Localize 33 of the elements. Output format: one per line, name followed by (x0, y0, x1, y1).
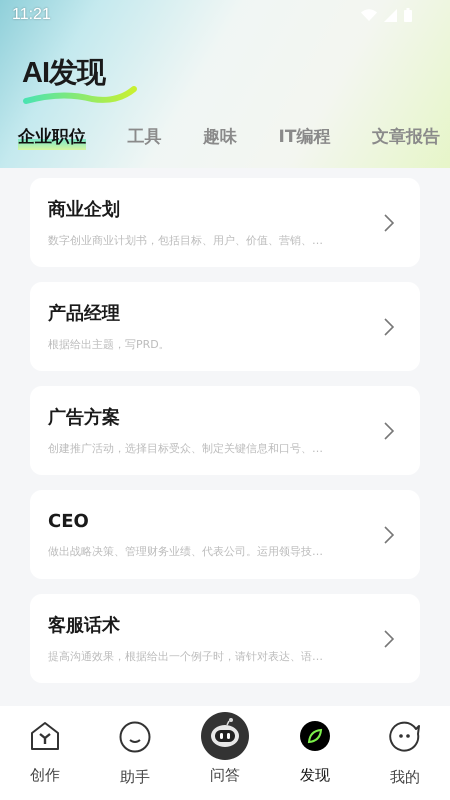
nav-item[interactable]: 问答 (190, 712, 260, 785)
card-description: 提高沟通效果，根据给出一个例子时，请针对表达、语… (48, 649, 323, 664)
card-description: 做出战略决策、管理财务业绩、代表公司。运用领导技… (48, 544, 323, 558)
card-title: 产品经理 (48, 302, 121, 325)
leaf-icon (300, 721, 330, 751)
prompt-card[interactable]: 产品经理 根据给出主题，写PRD。 (30, 282, 420, 371)
nav-item[interactable]: 我的 (370, 712, 440, 787)
battery-icon (404, 8, 412, 22)
chevron-right-icon (384, 630, 394, 648)
card-title: 客服话术 (48, 614, 121, 637)
prompt-card[interactable]: 广告方案 创建推广活动，选择目标受众、制定关键信息和口号、… (30, 386, 420, 475)
smile-icon (119, 721, 151, 753)
face-icon (389, 721, 421, 753)
chevron-right-icon (384, 526, 394, 544)
house-icon (30, 721, 60, 751)
prompt-card[interactable]: 客服话术 提高沟通效果，根据给出一个例子时，请针对表达、语… (30, 594, 420, 683)
robot-icon (201, 712, 249, 760)
prompt-card[interactable]: 商业企划 数字创业商业计划书，包括目标、用户、价值、营销、… (30, 178, 420, 267)
nav-item[interactable]: 创作 (10, 712, 80, 785)
card-title: 广告方案 (48, 406, 121, 429)
page-title: AI发现 (22, 56, 105, 91)
chevron-right-icon (384, 214, 394, 232)
prompt-card[interactable]: CEO 做出战略决策、管理财务业绩、代表公司。运用领导技… (30, 490, 420, 579)
card-description: 根据给出主题，写PRD。 (48, 337, 170, 352)
chevron-right-icon (384, 318, 394, 336)
card-title: CEO (48, 510, 90, 532)
card-description: 数字创业商业计划书，包括目标、用户、价值、营销、… (48, 233, 323, 248)
nav-item[interactable]: 助手 (100, 712, 170, 787)
card-description: 创建推广活动，选择目标受众、制定关键信息和口号、… (48, 441, 323, 456)
status-time: 11:21 (12, 6, 51, 24)
nav-item[interactable]: 发现 (280, 712, 350, 785)
chevron-right-icon (384, 422, 394, 440)
card-title: 商业企划 (48, 198, 121, 221)
